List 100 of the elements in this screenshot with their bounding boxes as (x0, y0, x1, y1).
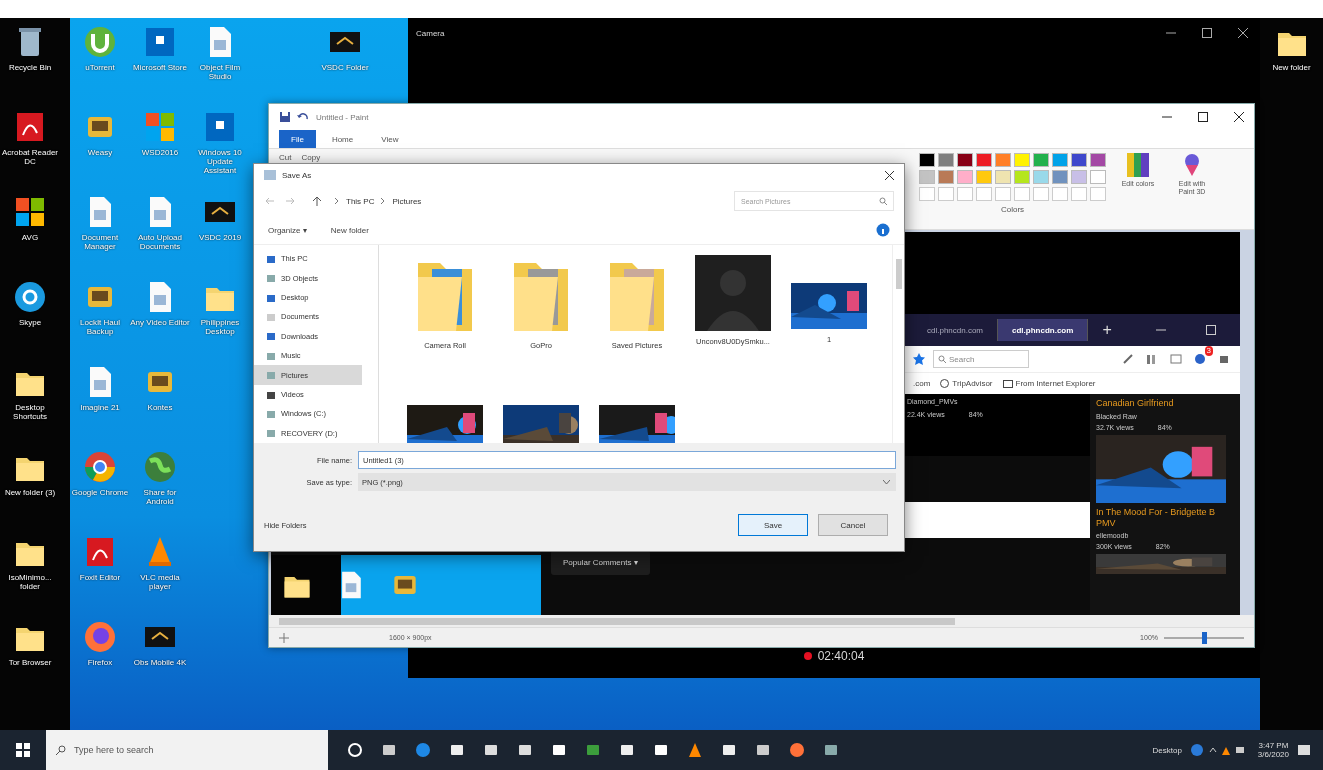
person-placeholder-icon (695, 255, 771, 331)
empty-swatch[interactable] (957, 187, 973, 201)
close-button[interactable] (885, 170, 894, 180)
windows-icon (16, 743, 30, 757)
ribbon-command[interactable]: Cut (279, 153, 292, 162)
color-swatch[interactable] (995, 170, 1011, 184)
empty-swatch[interactable] (1071, 187, 1087, 201)
app-icon (12, 279, 48, 315)
notification-badge: 3 (1204, 346, 1213, 356)
help-icon[interactable] (876, 223, 890, 237)
nav-icon (266, 292, 276, 303)
nav-icon (266, 389, 276, 400)
nav-icon (266, 273, 276, 284)
pen-icon[interactable] (1122, 353, 1134, 365)
color-swatch[interactable] (1090, 153, 1106, 167)
bookmark-link[interactable]: TripAdvisor (940, 379, 993, 388)
nav-icon (266, 311, 276, 322)
desktop-icon-label[interactable]: Obs Mobile 4K (130, 658, 190, 668)
desktop-icon-label[interactable]: New folder (1261, 63, 1322, 73)
ribbon-tab[interactable]: Home (319, 130, 366, 148)
color-swatch[interactable] (1071, 153, 1087, 167)
empty-swatch[interactable] (1090, 187, 1106, 201)
cancel-button[interactable]: Cancel (818, 514, 888, 536)
desktop-icon-label[interactable]: New folder (3) (0, 488, 60, 498)
desktop-icon-label[interactable]: Tor Browser (0, 658, 60, 668)
save-icon[interactable] (279, 111, 291, 123)
organize-menu[interactable]: Organize ▾ (268, 225, 307, 235)
comments-sort-button[interactable]: Popular Comments ▾ (551, 550, 650, 575)
close-button[interactable] (1238, 28, 1248, 38)
taskbar-search-field[interactable]: Type here to search (46, 730, 328, 770)
empty-swatch[interactable] (1014, 187, 1030, 201)
close-button[interactable] (1234, 112, 1244, 122)
zoom-thumb[interactable] (1202, 631, 1207, 644)
video-title[interactable]: In The Mood For - Bridgette B PMV (1096, 506, 1236, 529)
color-swatch[interactable] (976, 170, 992, 184)
ribbon-tab[interactable]: File (279, 130, 316, 148)
desktop-icon-label[interactable]: Acrobat Reader DC (0, 148, 60, 167)
library-icon[interactable] (1146, 353, 1158, 365)
color-swatch[interactable] (1014, 153, 1030, 167)
desktop-icon-label[interactable]: IsoMinimo... folder (0, 573, 60, 592)
color-swatch[interactable] (919, 153, 935, 167)
clock-time: 3:47 PM (1258, 741, 1289, 750)
color-swatch[interactable] (1014, 170, 1030, 184)
search-icon (938, 355, 946, 363)
color-swatch[interactable] (938, 153, 954, 167)
app-icon (142, 449, 178, 485)
color-swatch[interactable] (938, 170, 954, 184)
desktop-icon-label[interactable]: Firefox (70, 658, 130, 668)
bookmark-link[interactable]: From Internet Explorer (1002, 379, 1096, 388)
desktop-icon-label[interactable]: Skype (0, 318, 60, 328)
maximize-button[interactable] (1198, 112, 1208, 122)
window-icon[interactable] (1170, 353, 1182, 365)
notification-icon[interactable] (1297, 743, 1311, 757)
empty-swatch[interactable] (938, 187, 954, 201)
scrollbar-thumb[interactable] (279, 617, 955, 625)
color-swatch[interactable] (976, 153, 992, 167)
search-field[interactable]: Search (933, 350, 1029, 368)
video-title[interactable]: Canadian Girlfriend (1096, 398, 1236, 409)
address-bar[interactable]: This PC Pictures (330, 191, 726, 211)
folder-icon (1002, 379, 1013, 388)
empty-swatch[interactable] (976, 187, 992, 201)
chevron-icon (380, 197, 387, 205)
toolbar-label[interactable]: Desktop (1152, 745, 1182, 755)
color-swatch[interactable] (1052, 170, 1068, 184)
color-swatch[interactable] (1052, 153, 1068, 167)
color-swatch[interactable] (919, 170, 935, 184)
ribbon-command[interactable]: Copy (301, 153, 321, 162)
nav-icon (266, 350, 276, 361)
new-folder-button[interactable]: New folder (330, 225, 369, 235)
empty-swatch[interactable] (919, 187, 935, 201)
color-swatch[interactable] (1033, 153, 1049, 167)
color-swatch[interactable] (1090, 170, 1106, 184)
app-icon (82, 24, 118, 60)
color-swatch[interactable] (957, 170, 973, 184)
ribbon-tab[interactable]: View (369, 130, 411, 148)
app-icon (82, 449, 118, 485)
empty-swatch[interactable] (1052, 187, 1068, 201)
color-swatch[interactable] (1033, 170, 1049, 184)
desktop-icon-label[interactable]: Desktop Shortcuts (0, 403, 60, 422)
browser-tab[interactable]: cdl.phncdn.com (998, 319, 1089, 341)
maximize-icon[interactable] (1206, 325, 1216, 335)
nav-icon (266, 370, 276, 381)
extension-icon[interactable] (1194, 353, 1206, 365)
color-swatch[interactable] (1071, 170, 1087, 184)
color-swatch[interactable] (957, 153, 973, 167)
window-title: Camera (416, 28, 445, 38)
desktop-icon-label[interactable]: AVG (0, 233, 60, 243)
empty-swatch[interactable] (995, 187, 1011, 201)
save-button[interactable]: Save (738, 514, 808, 536)
desktop-icon-label[interactable]: Recycle Bin (0, 63, 60, 73)
empty-swatch[interactable] (1033, 187, 1049, 201)
color-swatch[interactable] (995, 153, 1011, 167)
desktop-icon-label[interactable]: Foxit Editor (70, 573, 130, 583)
maximize-button[interactable] (1202, 28, 1212, 38)
up-arrow-icon[interactable] (312, 196, 322, 206)
bookmark-link[interactable]: .com (913, 379, 931, 388)
new-tab-button[interactable]: + (1088, 321, 1126, 339)
desktop-icon-label[interactable]: VLC media player (130, 573, 190, 592)
star-icon[interactable] (913, 353, 925, 365)
scrollbar-thumb[interactable] (895, 259, 902, 289)
